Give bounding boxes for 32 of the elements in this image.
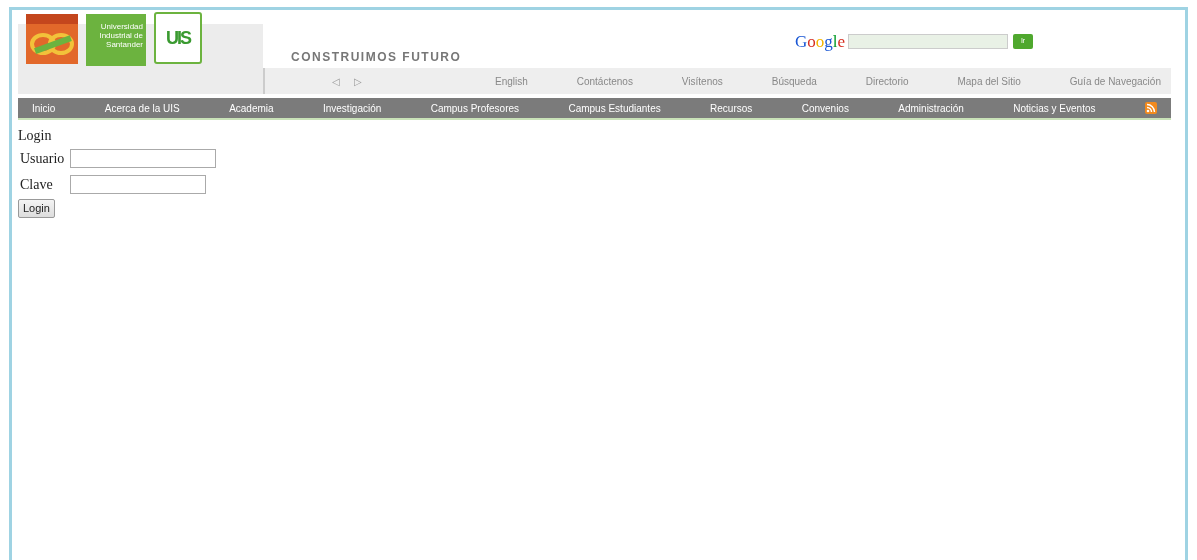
nav-link[interactable]: Inicio [32, 100, 56, 116]
nav-link[interactable]: Administración [898, 100, 964, 116]
top-link[interactable]: Guía de Navegación [1069, 73, 1161, 89]
nav-link[interactable]: Acerca de la UIS [104, 100, 180, 116]
google-logo: Google [795, 30, 846, 53]
field-label: Clave [20, 176, 54, 194]
login-title: Login [18, 127, 53, 145]
rss-icon[interactable] [1144, 102, 1157, 114]
field-label: Usuario [20, 150, 66, 168]
next-button[interactable]: ▷ [354, 73, 362, 89]
nav-link[interactable]: Academia [229, 100, 274, 116]
nav-link[interactable]: Recursos [710, 100, 753, 116]
top-link[interactable]: Visítenos [681, 73, 723, 89]
uis-logo: UIS [154, 12, 202, 64]
nav-link[interactable]: Convenios [801, 100, 849, 116]
search-field[interactable] [848, 33, 1009, 49]
top-link[interactable]: Directorio [865, 73, 909, 89]
top-link[interactable]: Mapa del Sitio [957, 73, 1021, 89]
nav-link[interactable]: Campus Profesores [430, 100, 520, 116]
nav-link[interactable]: Campus Estudiantes [568, 100, 661, 116]
anniversary-logo-icon [26, 14, 78, 64]
tagline: CONSTRUIMOS FUTURO [291, 49, 463, 66]
password-field[interactable] [70, 175, 206, 194]
university-name-badge: Universidad Industrial de Santander [86, 14, 146, 66]
username-field[interactable] [70, 149, 216, 168]
nav-link[interactable]: Noticias y Eventos [1013, 100, 1096, 116]
top-link[interactable]: Búsqueda [771, 73, 817, 89]
top-link[interactable]: Contáctenos [576, 73, 633, 89]
previous-button[interactable]: ◁ [332, 73, 340, 89]
nav-link[interactable]: Investigación [322, 100, 382, 116]
top-link[interactable]: English [495, 73, 528, 89]
login-button[interactable]: Login [18, 199, 55, 218]
